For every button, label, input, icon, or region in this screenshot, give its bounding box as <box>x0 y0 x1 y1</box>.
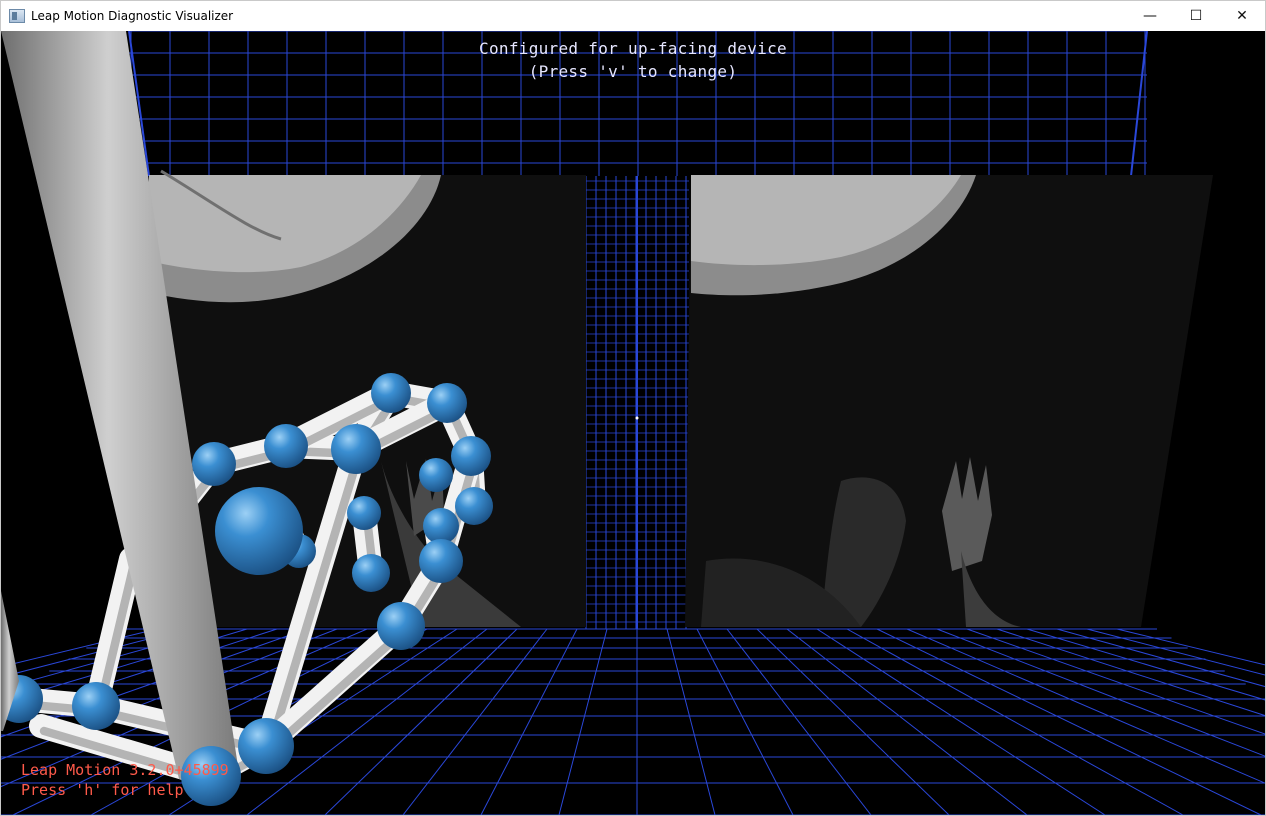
joint-sphere <box>455 487 493 525</box>
joint-sphere <box>192 442 236 486</box>
joint-sphere <box>347 496 381 530</box>
joint-sphere <box>371 373 411 413</box>
joint-sphere <box>238 718 294 774</box>
window-controls: — ☐ ✕ <box>1127 1 1265 31</box>
joint-sphere <box>331 424 381 474</box>
right-camera-image <box>685 175 1213 627</box>
minimize-button[interactable]: — <box>1127 1 1173 31</box>
joint-sphere <box>377 602 425 650</box>
device-config-hint: (Press 'v' to change) <box>528 62 738 81</box>
help-hint: Press 'h' for help <box>21 781 184 799</box>
maximize-button[interactable]: ☐ <box>1173 1 1219 31</box>
joint-sphere <box>215 487 303 575</box>
close-button[interactable]: ✕ <box>1219 1 1265 31</box>
version-label: Leap Motion 3.2.0+45899 <box>21 761 229 779</box>
joint-sphere <box>264 424 308 468</box>
joint-sphere <box>352 554 390 592</box>
title-bar[interactable]: Leap Motion Diagnostic Visualizer — ☐ ✕ <box>1 1 1265 31</box>
joint-sphere <box>72 682 120 730</box>
joint-sphere <box>427 383 467 423</box>
window-title: Leap Motion Diagnostic Visualizer <box>31 9 234 23</box>
3d-scene <box>1 31 1265 815</box>
app-icon <box>9 9 25 23</box>
center-grid <box>585 176 689 629</box>
joint-sphere <box>419 539 463 583</box>
visualizer-viewport[interactable]: Configured for up-facing device (Press '… <box>1 31 1265 815</box>
device-config-status: Configured for up-facing device <box>479 39 787 58</box>
joint-sphere <box>423 508 459 544</box>
joint-sphere <box>451 436 491 476</box>
center-marker <box>635 416 639 420</box>
visualizer-window: Leap Motion Diagnostic Visualizer — ☐ ✕ <box>0 0 1266 816</box>
joint-sphere <box>419 458 453 492</box>
